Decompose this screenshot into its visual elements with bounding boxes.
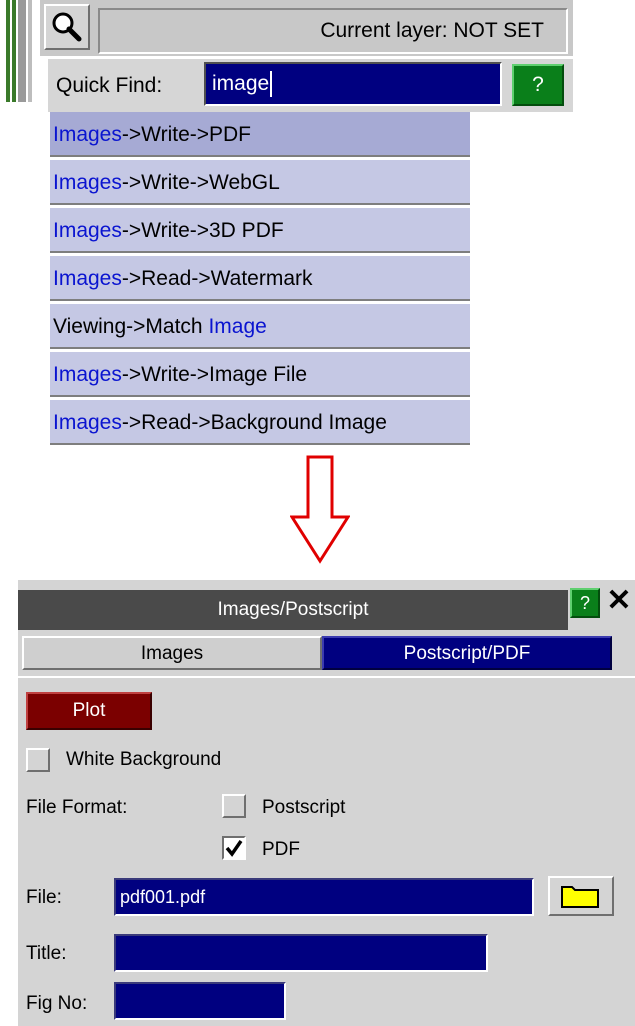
match-highlight: Images	[53, 411, 122, 434]
fig-no-label: Fig No:	[26, 993, 88, 1014]
title-input[interactable]	[114, 934, 488, 972]
current-layer-display: Current layer: NOT SET	[98, 8, 568, 54]
postscript-checkbox[interactable]	[222, 794, 246, 818]
quick-find-label: Quick Find:	[56, 74, 163, 97]
white-background-checkbox[interactable]	[26, 748, 50, 772]
match-highlight: Images	[53, 267, 122, 290]
tab-images[interactable]: Images	[22, 636, 322, 670]
pdf-label: PDF	[262, 839, 300, 860]
tab-postscript-pdf[interactable]: Postscript/PDF	[322, 636, 612, 670]
quick-find-results: Images->Write->PDF Images->Write->WebGL …	[50, 112, 470, 448]
search-button[interactable]	[44, 4, 90, 50]
match-highlight: Images	[53, 363, 122, 386]
result-item[interactable]: Images->Write->Image File	[50, 352, 470, 397]
folder-icon	[561, 886, 599, 908]
browse-folder-button[interactable]	[548, 876, 614, 916]
text-cursor	[270, 71, 273, 98]
result-item[interactable]: Images->Write->WebGL	[50, 160, 470, 205]
result-item[interactable]: Images->Write->PDF	[50, 112, 470, 157]
result-item[interactable]: Images->Read->Watermark	[50, 256, 470, 301]
fig-no-input[interactable]	[114, 982, 286, 1020]
quick-find-value: image	[212, 72, 270, 95]
close-icon[interactable]: ✕	[604, 584, 634, 618]
quick-find-input[interactable]: image	[204, 62, 502, 106]
tab-divider	[18, 676, 635, 678]
checkmark-icon	[225, 840, 243, 857]
file-format-label: File Format:	[26, 797, 128, 818]
result-item[interactable]: Images->Write->3D PDF	[50, 208, 470, 253]
left-edge-bars	[0, 0, 40, 102]
file-label: File:	[26, 887, 62, 908]
result-item[interactable]: Viewing->Match Image	[50, 304, 470, 349]
dialog-help-button[interactable]: ?	[570, 588, 600, 618]
pdf-checkbox[interactable]	[222, 836, 246, 860]
match-highlight: Images	[53, 171, 122, 194]
postscript-label: Postscript	[262, 797, 346, 818]
match-highlight: Images	[53, 219, 122, 242]
dialog-title: Images/Postscript	[18, 590, 568, 630]
match-highlight: Images	[53, 123, 122, 146]
file-input[interactable]: pdf001.pdf	[114, 878, 534, 916]
title-label: Title:	[26, 943, 67, 964]
white-background-label: White Background	[66, 749, 222, 770]
down-arrow-icon	[290, 455, 350, 564]
search-icon	[52, 12, 82, 42]
quick-find-help-button[interactable]: ?	[512, 64, 564, 106]
result-item[interactable]: Images->Read->Background Image	[50, 400, 470, 445]
match-highlight: Image	[208, 315, 267, 338]
plot-button[interactable]: Plot	[26, 692, 152, 730]
